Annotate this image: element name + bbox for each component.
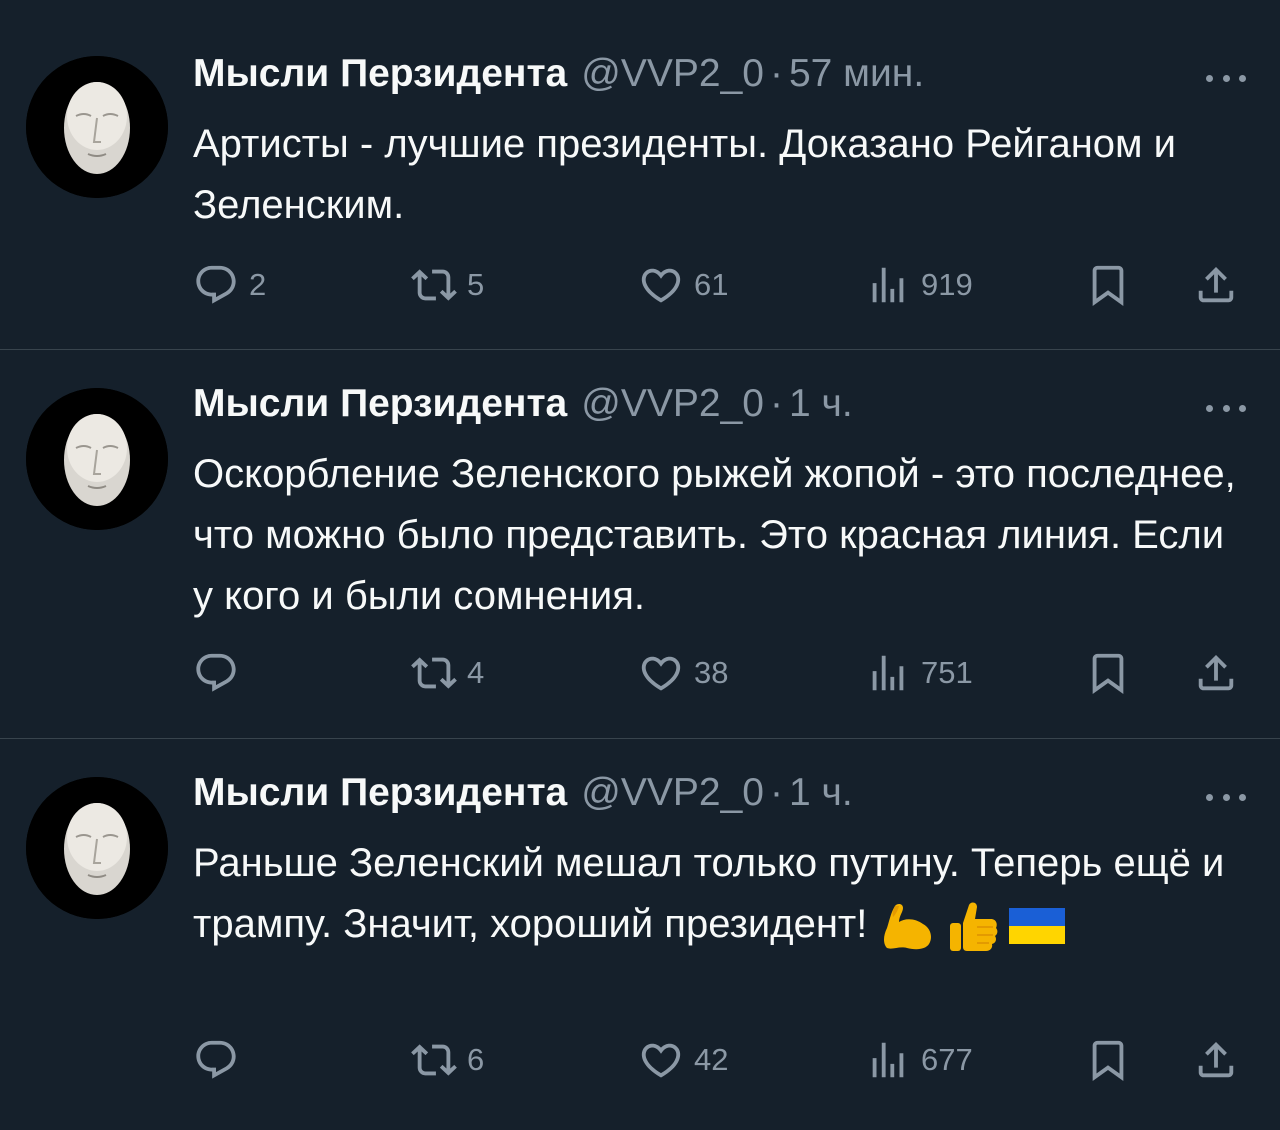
reply-count: 2	[249, 267, 267, 302]
share-button[interactable]	[1193, 648, 1239, 698]
tweet-text: Артисты - лучшие президенты. Доказано Ре…	[193, 122, 1176, 227]
flag-ukraine-icon	[1009, 908, 1066, 945]
avatar-image	[26, 56, 168, 198]
separator-dot: ·	[769, 382, 783, 425]
reply-icon	[196, 653, 236, 692]
tweet[interactable]: Мысли Перзидента @VVP2_0 · 1 ч. Раньше З…	[0, 739, 1280, 1130]
tweet-header: Мысли Перзидента @VVP2_0 · 1 ч.	[193, 382, 853, 432]
avatar[interactable]	[26, 56, 168, 198]
user-handle[interactable]: @VVP2_0	[581, 771, 764, 815]
tweet-actions: 6 42 677	[193, 1035, 1253, 1085]
reply-button[interactable]: 2	[193, 260, 266, 310]
retweet-count: 6	[467, 1042, 485, 1077]
retweet-icon	[411, 657, 457, 689]
retweet-button[interactable]: 6	[411, 1035, 484, 1085]
emoji-group	[879, 899, 1066, 953]
tweet-text: Раньше Зеленский мешал только путину. Те…	[193, 841, 1225, 946]
separator-dot: ·	[769, 52, 783, 95]
like-button[interactable]: 38	[638, 648, 728, 698]
display-name[interactable]: Мысли Перзидента	[193, 771, 567, 815]
thumbs-up-icon	[950, 902, 998, 952]
tweet-actions: 4 38 751	[193, 648, 1253, 698]
tweet-header: Мысли Перзидента @VVP2_0 · 57 мин.	[193, 52, 924, 102]
tweet[interactable]: Мысли Перзидента @VVP2_0 · 1 ч. Оскорбле…	[0, 350, 1280, 739]
display-name[interactable]: Мысли Перзидента	[193, 52, 567, 96]
tweet[interactable]: Мысли Перзидента @VVP2_0 · 57 мин. Артис…	[0, 0, 1280, 350]
retweet-button[interactable]: 4	[411, 648, 484, 698]
views-count: 919	[921, 267, 973, 302]
reply-button[interactable]	[193, 648, 249, 698]
views-icon	[872, 655, 904, 691]
bookmark-button[interactable]	[1085, 260, 1131, 310]
separator-dot: ·	[769, 771, 783, 814]
avatar[interactable]	[26, 777, 168, 919]
bookmark-icon	[1092, 1040, 1124, 1081]
user-handle[interactable]: @VVP2_0	[581, 382, 764, 426]
retweet-count: 4	[467, 655, 485, 690]
reply-icon	[196, 1040, 236, 1079]
views-button[interactable]: 919	[865, 260, 973, 310]
display-name[interactable]: Мысли Перзидента	[193, 382, 567, 426]
heart-icon	[641, 656, 681, 691]
bookmark-button[interactable]	[1085, 1035, 1131, 1085]
reply-icon	[196, 265, 236, 304]
tweet-text: Оскорбление Зеленского рыжей жопой - это…	[193, 452, 1236, 618]
retweet-count: 5	[467, 267, 485, 302]
views-icon	[872, 1042, 904, 1078]
more-icon[interactable]	[1206, 791, 1246, 803]
share-icon	[1198, 654, 1234, 691]
bookmark-button[interactable]	[1085, 648, 1131, 698]
bookmark-icon	[1092, 653, 1124, 694]
views-button[interactable]: 751	[865, 648, 973, 698]
share-icon	[1198, 1041, 1234, 1078]
timestamp[interactable]: 1 ч.	[789, 382, 853, 426]
tweet-actions: 2 5 61 919	[193, 260, 1253, 310]
retweet-icon	[411, 1044, 457, 1076]
heart-icon	[641, 1043, 681, 1078]
views-count: 751	[921, 655, 973, 690]
like-button[interactable]: 42	[638, 1035, 728, 1085]
share-button[interactable]	[1193, 1035, 1239, 1085]
avatar-image	[26, 388, 168, 530]
more-icon[interactable]	[1206, 72, 1246, 84]
flexed-biceps-icon	[884, 904, 932, 950]
views-button[interactable]: 677	[865, 1035, 973, 1085]
like-count: 42	[694, 1042, 729, 1077]
reply-button[interactable]	[193, 1035, 249, 1085]
share-button[interactable]	[1193, 260, 1239, 310]
bookmark-icon	[1092, 265, 1124, 306]
timestamp[interactable]: 1 ч.	[789, 771, 853, 815]
more-icon[interactable]	[1206, 402, 1246, 414]
like-count: 61	[694, 267, 729, 302]
timeline: Мысли Перзидента @VVP2_0 · 57 мин. Артис…	[0, 0, 1280, 1130]
tweet-header: Мысли Перзидента @VVP2_0 · 1 ч.	[193, 771, 853, 821]
retweet-button[interactable]: 5	[411, 260, 484, 310]
heart-icon	[641, 268, 681, 303]
avatar-image	[26, 777, 168, 919]
avatar[interactable]	[26, 388, 168, 530]
user-handle[interactable]: @VVP2_0	[581, 52, 764, 96]
share-icon	[1198, 266, 1234, 303]
views-count: 677	[921, 1042, 973, 1077]
timestamp[interactable]: 57 мин.	[789, 52, 924, 96]
retweet-icon	[411, 269, 457, 301]
like-count: 38	[694, 655, 729, 690]
views-icon	[872, 267, 904, 303]
like-button[interactable]: 61	[638, 260, 728, 310]
tweet-text-container: Раньше Зеленский мешал только путину. Те…	[193, 833, 1253, 955]
